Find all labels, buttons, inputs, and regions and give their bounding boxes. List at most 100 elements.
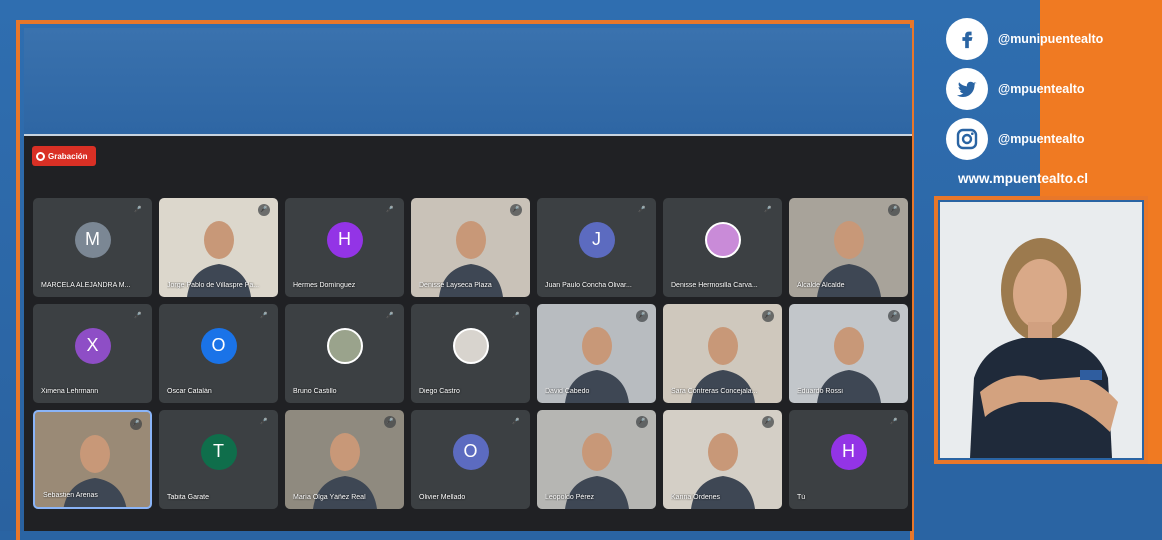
- participant-tile[interactable]: O 🎤 Oscar Catalán: [159, 304, 278, 403]
- social-instagram[interactable]: @mpuentealto: [946, 118, 1146, 160]
- record-icon: [36, 151, 45, 161]
- recording-indicator[interactable]: Grabación: [32, 146, 96, 166]
- mic-off-icon: 🎤: [510, 204, 522, 216]
- mic-off-icon: 🎤: [890, 419, 898, 425]
- person-body: [817, 370, 881, 403]
- twitter-icon: [946, 68, 988, 110]
- participant-name: Oscar Catalán: [167, 388, 212, 395]
- participant-name: Denisse Hermosilla Carva...: [671, 282, 758, 289]
- instagram-handle: @mpuentealto: [998, 132, 1085, 146]
- mic-off-icon: 🎤: [260, 419, 268, 425]
- participant-tile[interactable]: 🎤 Sara Contreras Concejala...: [663, 304, 782, 403]
- person-head: [834, 221, 864, 259]
- mic-off-icon: 🎤: [134, 207, 142, 213]
- participant-tile[interactable]: H 🎤 Tú: [789, 410, 908, 509]
- participant-avatar: O: [452, 433, 489, 470]
- facebook-icon: [946, 18, 988, 60]
- participant-name: Jorge Pablo de Villaspre Pa...: [167, 282, 260, 289]
- participant-tile[interactable]: H 🎤 Hermes Domínguez: [285, 198, 404, 297]
- person-body: [439, 264, 503, 297]
- participant-name: Sebastien Arenas: [43, 492, 98, 499]
- participant-name: Alcalde Alcalde: [797, 282, 845, 289]
- person-head: [708, 327, 738, 365]
- mic-off-icon: 🎤: [384, 416, 396, 428]
- participant-name: Ximena Lehrmann: [41, 388, 99, 395]
- participant-name: Diego Castro: [419, 388, 460, 395]
- participant-tile[interactable]: M 🎤 MARCELA ALEJANDRA M...: [33, 198, 152, 297]
- bottom-blue-block: [914, 464, 1162, 531]
- participant-name: Olivier Mellado: [419, 494, 466, 501]
- twitter-handle: @mpuentealto: [998, 82, 1085, 96]
- person-head: [582, 327, 612, 365]
- participant-avatar: H: [326, 221, 363, 258]
- person-body: [565, 476, 629, 509]
- mic-off-icon: 🎤: [762, 416, 774, 428]
- participant-photo: [704, 221, 741, 258]
- person-body: [691, 370, 755, 403]
- instagram-icon: [946, 118, 988, 160]
- participant-tile[interactable]: 🎤 Diego Castro: [411, 304, 530, 403]
- mic-off-icon: 🎤: [386, 313, 394, 319]
- participant-name: David Cabedo: [545, 388, 590, 395]
- mic-off-icon: 🎤: [512, 419, 520, 425]
- participant-tile[interactable]: 🎤 Karina Órdenes: [663, 410, 782, 509]
- participant-tile[interactable]: 🎤 Eduardo Rossi: [789, 304, 908, 403]
- participant-photo: [326, 327, 363, 364]
- person-head: [330, 433, 360, 471]
- participant-photo: [452, 327, 489, 364]
- website-link[interactable]: www.mpuentealto.cl: [958, 171, 1088, 186]
- mic-off-icon: 🎤: [888, 204, 900, 216]
- mic-off-icon: 🎤: [386, 207, 394, 213]
- participant-name: Bruno Castillo: [293, 388, 337, 395]
- mic-off-icon: 🎤: [130, 418, 142, 430]
- participant-tile[interactable]: 🎤 Denisse Hermosilla Carva...: [663, 198, 782, 297]
- participant-name: Sara Contreras Concejala...: [671, 388, 758, 395]
- mic-off-icon: 🎤: [638, 207, 646, 213]
- participant-name: Tabita Garate: [167, 494, 210, 501]
- person-head: [708, 433, 738, 471]
- mic-off-icon: 🎤: [512, 313, 520, 319]
- interpreter-video: [940, 202, 1142, 458]
- person-head: [456, 221, 486, 259]
- participant-tile[interactable]: 🎤 Leopoldo Pérez: [537, 410, 656, 509]
- participant-tile[interactable]: O 🎤 Olivier Mellado: [411, 410, 530, 509]
- participant-name: MARCELA ALEJANDRA M...: [41, 282, 131, 289]
- person-head: [582, 433, 612, 471]
- mic-off-icon: 🎤: [260, 313, 268, 319]
- recording-label: Grabación: [48, 151, 88, 161]
- participant-avatar: X: [74, 327, 111, 364]
- person-body: [187, 264, 251, 297]
- participant-name: Hermes Domínguez: [293, 282, 356, 289]
- participant-name: Leopoldo Pérez: [545, 494, 595, 501]
- participant-tile[interactable]: T 🎤 Tabita Garate: [159, 410, 278, 509]
- participant-name: Eduardo Rossi: [797, 388, 843, 395]
- participant-name: Tú: [797, 494, 806, 501]
- person-head: [204, 221, 234, 259]
- participant-name: Karina Órdenes: [671, 494, 721, 501]
- participant-avatar: H: [830, 433, 867, 470]
- person-body: [817, 264, 881, 297]
- person-body: [313, 476, 377, 509]
- participant-tile[interactable]: 🎤 Sebastien Arenas: [33, 410, 152, 509]
- participant-tile[interactable]: J 🎤 Juan Paulo Concha Olivar...: [537, 198, 656, 297]
- social-twitter[interactable]: @mpuentealto: [946, 68, 1146, 110]
- mic-off-icon: 🎤: [258, 204, 270, 216]
- mic-off-icon: 🎤: [134, 313, 142, 319]
- person-head: [80, 435, 110, 473]
- mic-off-icon: 🎤: [636, 416, 648, 428]
- participant-tile[interactable]: 🎤 Denisse Layseca Plaza: [411, 198, 530, 297]
- person-head: [834, 327, 864, 365]
- participant-name: María Olga Yáñez Real: [293, 494, 366, 501]
- mic-off-icon: 🎤: [764, 207, 772, 213]
- social-facebook[interactable]: @munipuentealto: [946, 18, 1146, 60]
- mic-off-icon: 🎤: [762, 310, 774, 322]
- mic-off-icon: 🎤: [888, 310, 900, 322]
- participant-tile[interactable]: 🎤 David Cabedo: [537, 304, 656, 403]
- participant-tile[interactable]: 🎤 Alcalde Alcalde: [789, 198, 908, 297]
- participant-tile[interactable]: 🎤 Jorge Pablo de Villaspre Pa...: [159, 198, 278, 297]
- facebook-handle: @munipuentealto: [998, 32, 1104, 46]
- participant-tile[interactable]: X 🎤 Ximena Lehrmann: [33, 304, 152, 403]
- person-body: [565, 370, 629, 403]
- participant-tile[interactable]: 🎤 María Olga Yáñez Real: [285, 410, 404, 509]
- participant-tile[interactable]: 🎤 Bruno Castillo: [285, 304, 404, 403]
